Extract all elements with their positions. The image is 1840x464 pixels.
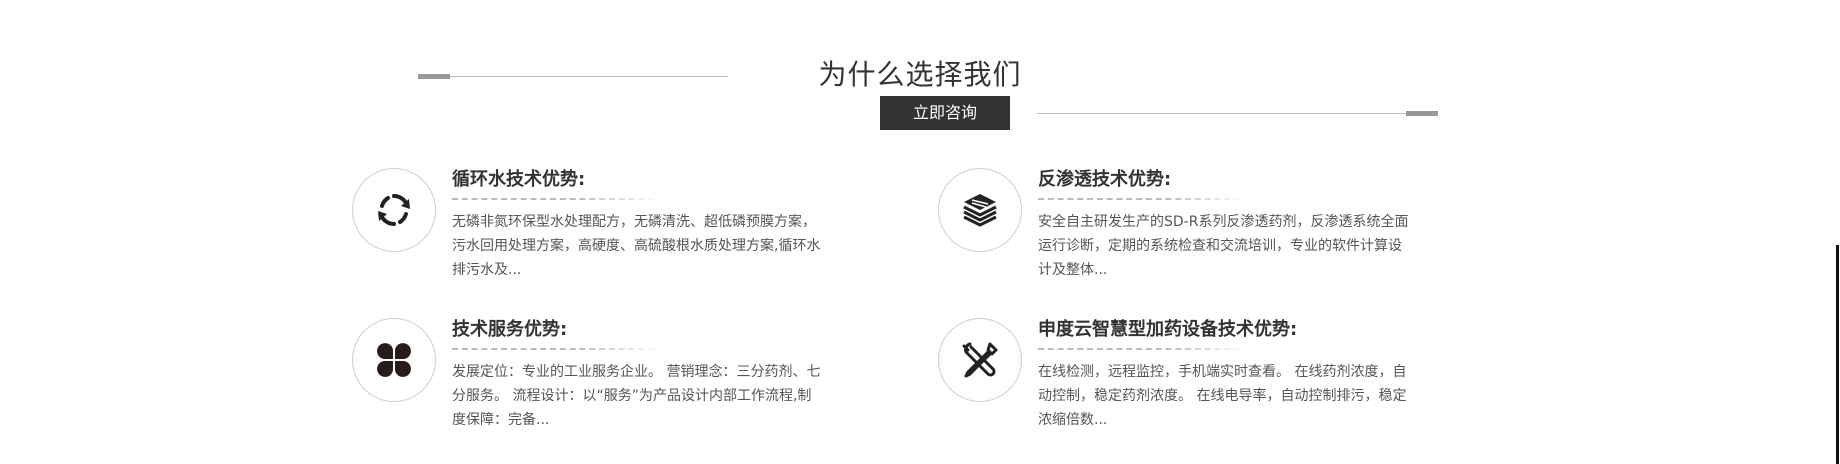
card-dashed-divider [452,198,664,200]
card-description-line: 运行诊断，定期的系统检查和交流培训，专业的软件计算设 [1038,238,1402,254]
card-dashed-divider [452,348,664,350]
card-description: 在线检测，远程监控，手机端实时查看。 在线药剂浓度，自 动控制，稳定药剂浓度。 … [1038,360,1448,432]
card-description-line: 度保障：完备... [452,412,550,428]
card-title: 技术服务优势: [452,319,568,340]
card-description: 发展定位：专业的工业服务企业。 营销理念：三分药剂、七 分服务。 流程设计：以“… [452,360,862,432]
card-description-line: 发展定位：专业的工业服务企业。 营销理念：三分药剂、七 [452,364,821,380]
heading-decor-line-right [1037,113,1437,114]
card-title: 申度云智慧型加药设备技术优势: [1038,319,1298,340]
card-description-line: 分服务。 流程设计：以“服务”为产品设计内部工作流程,制 [452,388,812,404]
advantage-card-technical-service[interactable]: 技术服务优势: 发展定位：专业的工业服务企业。 营销理念：三分药剂、七 分服务。… [352,318,912,448]
card-description-line: 动控制，稳定药剂浓度。 在线电导率，自动控制排污，稳定 [1038,388,1407,404]
card-description-line: 无磷非氮环保型水处理配方，无磷清洗、超低磷预膜方案， [452,214,816,230]
section-title: 为什么选择我们 [818,58,1022,91]
heading-decor-bar-right [1406,111,1438,116]
card-dashed-divider [1038,348,1250,350]
four-petal-icon [352,318,436,402]
card-description-line: 排污水及... [452,262,522,278]
card-description: 安全自主研发生产的SD-R系列反渗透药剂，反渗透系统全面 运行诊断，定期的系统检… [1038,210,1448,282]
card-description-line: 浓缩倍数... [1038,412,1108,428]
card-description-line: 在线检测，远程监控，手机端实时查看。 在线药剂浓度，自 [1038,364,1407,380]
scrollbar-edge[interactable] [1836,245,1839,464]
card-title: 反渗透技术优势: [1038,169,1172,190]
why-choose-us-section: 为什么选择我们 立即咨询 循环水技术优势: 无磷非氮环保型水处理配方，无磷清洗、… [0,0,1840,464]
advantage-card-reverse-osmosis[interactable]: 反渗透技术优势: 安全自主研发生产的SD-R系列反渗透药剂，反渗透系统全面 运行… [938,168,1498,298]
layered-membrane-icon [938,168,1022,252]
card-description-line: 污水回用处理方案，高硬度、高硫酸根水质处理方案,循环水 [452,238,821,254]
consult-now-button[interactable]: 立即咨询 [880,96,1010,130]
card-description: 无磷非氮环保型水处理配方，无磷清洗、超低磷预膜方案， 污水回用处理方案，高硬度、… [452,210,862,282]
card-description-line: 计及整体... [1038,262,1108,278]
refresh-cycle-icon [352,168,436,252]
wrench-screwdriver-icon [938,318,1022,402]
advantage-card-circulating-water[interactable]: 循环水技术优势: 无磷非氮环保型水处理配方，无磷清洗、超低磷预膜方案， 污水回用… [352,168,912,298]
advantage-card-smart-dosing[interactable]: 申度云智慧型加药设备技术优势: 在线检测，远程监控，手机端实时查看。 在线药剂浓… [938,318,1498,448]
card-description-line: 安全自主研发生产的SD-R系列反渗透药剂，反渗透系统全面 [1038,214,1409,230]
card-dashed-divider [1038,198,1250,200]
card-title: 循环水技术优势: [452,169,586,190]
